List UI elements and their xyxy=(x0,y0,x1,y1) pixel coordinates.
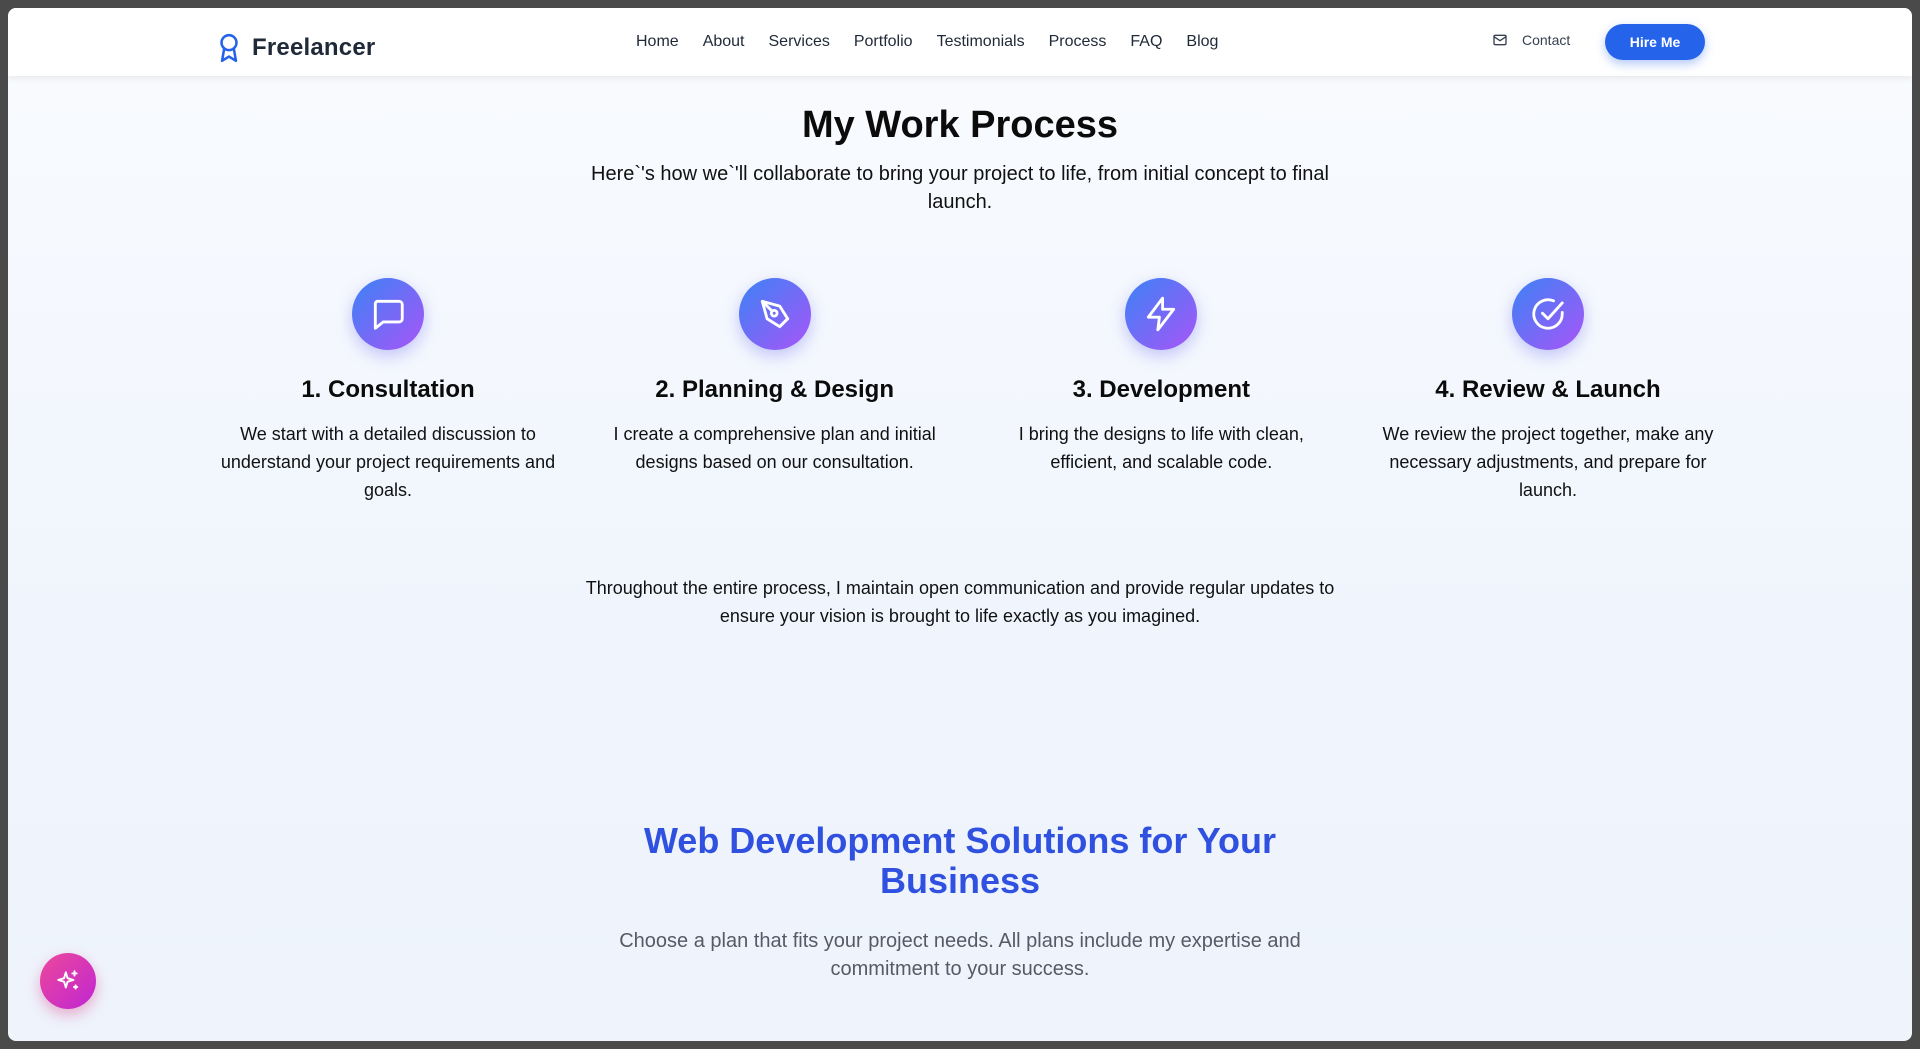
contact-label: Contact xyxy=(1522,32,1571,48)
nav-link-about[interactable]: About xyxy=(703,33,745,51)
step-description: I create a comprehensive plan and initia… xyxy=(613,424,936,472)
step-icon-badge xyxy=(1125,278,1198,350)
zap-icon xyxy=(1147,296,1176,332)
process-closing-text: Throughout the entire process, I maintai… xyxy=(585,578,1335,626)
nav-link-testimonials[interactable]: Testimonials xyxy=(937,33,1025,51)
message-square-icon xyxy=(373,299,404,330)
pricing-title: Web Development Solutions for Your Busin… xyxy=(643,820,1277,901)
step-description: We review the project together, make any… xyxy=(1382,424,1714,500)
nav-link-home[interactable]: Home xyxy=(636,33,679,51)
contact-link[interactable]: Contact xyxy=(1492,32,1570,48)
pen-tool-icon xyxy=(760,299,789,329)
pricing-subtitle: Choose a plan that fits your project nee… xyxy=(619,930,1301,980)
process-steps: 1. Consultation We start with a detailed… xyxy=(208,278,1728,504)
step-description: I bring the designs to life with clean, … xyxy=(1018,424,1304,472)
process-step: 1. Consultation We start with a detailed… xyxy=(208,278,568,504)
top-navbar: Freelancer Home About Services Portfolio… xyxy=(8,8,1912,76)
award-ribbon-icon xyxy=(220,33,238,63)
sparkles-icon xyxy=(57,970,79,990)
process-step: 4. Review & Launch We review the project… xyxy=(1368,278,1728,504)
brand-name: Freelancer xyxy=(252,34,376,61)
step-title: 2. Planning & Design xyxy=(655,376,894,403)
check-circle-icon xyxy=(1532,298,1564,330)
browser-viewport: Freelancer Home About Services Portfolio… xyxy=(8,8,1912,1041)
ai-assistant-button[interactable] xyxy=(40,953,96,1009)
hire-me-button[interactable]: Hire Me xyxy=(1605,24,1705,60)
nav-link-process[interactable]: Process xyxy=(1049,33,1107,51)
step-description: We start with a detailed discussion to u… xyxy=(220,424,556,500)
step-icon-badge xyxy=(1511,278,1584,350)
main-menu: Home About Services Portfolio Testimonia… xyxy=(636,8,1242,76)
mail-icon xyxy=(1493,34,1507,46)
process-step: 2. Planning & Design I create a comprehe… xyxy=(595,278,955,504)
step-title: 1. Consultation xyxy=(301,376,475,403)
step-icon-badge xyxy=(352,278,424,350)
step-icon-badge xyxy=(738,278,811,350)
process-subtitle: Here`'s how we`'ll collaborate to bring … xyxy=(591,163,1329,213)
nav-link-services[interactable]: Services xyxy=(769,33,830,51)
process-title: My Work Process xyxy=(801,104,1119,146)
brand-logo[interactable]: Freelancer xyxy=(216,32,375,64)
step-title: 3. Development xyxy=(1072,376,1250,403)
nav-link-faq[interactable]: FAQ xyxy=(1130,33,1162,51)
process-step: 3. Development I bring the designs to li… xyxy=(981,278,1341,504)
step-title: 4. Review & Launch xyxy=(1435,376,1661,403)
nav-link-blog[interactable]: Blog xyxy=(1186,33,1218,51)
nav-link-portfolio[interactable]: Portfolio xyxy=(854,33,913,51)
